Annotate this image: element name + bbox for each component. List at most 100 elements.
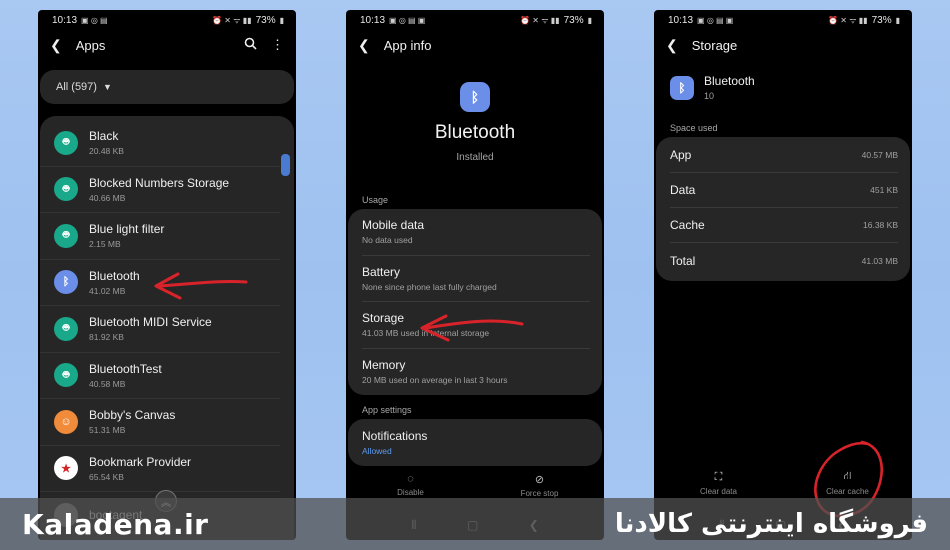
status-time: 10:13 [668, 14, 694, 26]
clear-cache-label: Clear cache [826, 487, 869, 496]
status-bar: 10:13 ▣ ◎ ▤ ▣ ⏰ ✕ ᯤ ▮▮ 73% ▮ [346, 10, 604, 30]
install-status: Installed [456, 152, 494, 163]
app-size: 20.48 KB [89, 146, 124, 157]
back-arrow-icon[interactable]: ❮ [358, 37, 370, 54]
item-title: Notifications [362, 428, 428, 443]
app-bar: ❮ Storage [654, 30, 912, 60]
broom-icon: ⛙ [843, 470, 852, 482]
notifications-item[interactable]: Notifications Allowed [362, 419, 590, 466]
section-label-app-settings: App settings [362, 405, 412, 415]
app-size: 40.66 MB [89, 192, 126, 203]
disable-button[interactable]: ◌ Disable [346, 470, 475, 500]
disable-icon: ◌ [407, 473, 414, 485]
app-name: Bluetooth [434, 122, 516, 143]
bluetooth-icon: ᛒ [54, 270, 78, 295]
android-icon: 🤖︎ [54, 316, 78, 341]
item-title: Battery [362, 264, 401, 279]
app-header: ᛒ Bluetooth 10 [654, 60, 912, 101]
row-label: Data [670, 183, 696, 197]
clear-data-icon: ⛶ [714, 470, 723, 483]
notification-icons: ▣ ◎ ▤ [81, 15, 108, 25]
app-name: Bookmark Provider [89, 454, 192, 469]
battery-icon: ▮ [587, 15, 592, 25]
storage-row-app: App 40.57 MB [670, 138, 898, 173]
row-label: App [670, 148, 692, 162]
app-bar: ❮ App info [346, 30, 604, 60]
watermark-logo-latin: Kaladena.ir [22, 507, 209, 541]
notification-icons: ▣ ◎ ▤ ▣ [389, 15, 426, 25]
item-title: Memory [362, 358, 406, 373]
row-value: 40.57 MB [861, 150, 898, 160]
android-icon: 🤖︎ [54, 130, 78, 155]
app-name: Bobby's Canvas [89, 408, 176, 423]
battery-icon: ▮ [279, 15, 284, 25]
usage-card: Mobile data No data used Battery None si… [348, 209, 602, 395]
page-title: App info [383, 37, 432, 53]
storage-row-total: Total 41.03 MB [670, 243, 898, 278]
storage-row-data: Data 451 KB [670, 173, 898, 208]
watermark-logo-persian: فروشگاه اینترنتی کالادنا [614, 509, 928, 539]
list-item[interactable]: 🤖︎ BluetoothTest 40.58 MB [40, 353, 280, 399]
app-header: ᛒ Bluetooth Installed [346, 60, 604, 163]
list-item[interactable]: 🤖︎ Black 20.48 KB [40, 120, 280, 167]
disable-label: Disable [397, 488, 424, 497]
clear-actions: ⛶ Clear data ⛙ Clear cache [654, 466, 912, 500]
list-item[interactable]: 🤖︎ Bluetooth MIDI Service 81.92 KB [40, 306, 280, 353]
app-size: 41.02 MB [89, 285, 126, 296]
app-size: 40.58 MB [89, 378, 126, 389]
status-time: 10:13 [360, 14, 386, 26]
list-item[interactable]: 🤖︎ Blocked Numbers Storage 40.66 MB [40, 167, 280, 213]
clear-data-button[interactable]: ⛶ Clear data [654, 466, 783, 500]
phone-apps-screen: 10:13 ▣ ◎ ▤ ⏰ ✕ ᯤ ▮▮ 73% ▮ ❮ Apps ⋮ All … [38, 10, 296, 540]
app-name: Bluetooth MIDI Service [89, 315, 212, 330]
scrollbar-thumb[interactable] [281, 154, 290, 176]
canvas-app-icon: ☺ [54, 409, 78, 434]
filter-dropdown[interactable]: All (597) ▼ [40, 70, 294, 104]
list-item[interactable]: ★ Bookmark Provider 65.54 KB [40, 446, 280, 492]
storage-card: App 40.57 MB Data 451 KB Cache 16.38 KB … [656, 137, 910, 281]
battery-item[interactable]: Battery None since phone last fully char… [362, 256, 590, 302]
search-icon[interactable] [244, 37, 257, 53]
app-name: Bluetooth [704, 74, 755, 88]
android-icon: 🤖︎ [54, 223, 78, 248]
section-label-space-used: Space used [670, 123, 718, 133]
clear-cache-button[interactable]: ⛙ Clear cache [783, 466, 912, 500]
app-bar: ❮ Apps ⋮ [38, 30, 296, 60]
list-item[interactable]: 🤖︎ Blue light filter 2.15 MB [40, 213, 280, 260]
more-options-icon[interactable]: ⋮ [271, 37, 284, 53]
row-value: 451 KB [870, 185, 898, 195]
back-arrow-icon[interactable]: ❮ [666, 37, 678, 54]
page-title: Apps [75, 37, 106, 53]
phone-storage-screen: 10:13 ▣ ◎ ▤ ▣ ⏰ ✕ ᯤ ▮▮ 73% ▮ ❮ Storage ᛒ… [654, 10, 912, 540]
row-label: Total [670, 253, 696, 268]
memory-item[interactable]: Memory 20 MB used on average in last 3 h… [362, 349, 590, 396]
back-arrow-icon[interactable]: ❮ [50, 37, 62, 54]
android-icon: 🤖︎ [54, 177, 78, 202]
app-name: BluetoothTest [89, 361, 162, 376]
item-title: Mobile data [362, 218, 425, 233]
app-name: Blue light filter [89, 222, 165, 237]
app-name: Blocked Numbers Storage [89, 175, 230, 190]
notification-icons: ▣ ◎ ▤ ▣ [697, 15, 734, 25]
row-value: 16.38 KB [863, 220, 898, 230]
battery-level: 73% [563, 14, 584, 26]
caret-down-icon: ▼ [102, 82, 112, 92]
section-label-usage: Usage [362, 195, 389, 205]
mobile-data-item[interactable]: Mobile data No data used [362, 209, 590, 256]
settings-card: Notifications Allowed [348, 419, 602, 466]
force-stop-icon: ⊘ [534, 473, 545, 486]
list-item[interactable]: ☺ Bobby's Canvas 51.31 MB [40, 399, 280, 446]
item-sub: 41.03 MB used in internal storage [362, 328, 490, 339]
signal-icons: ⏰ ✕ ᯤ ▮▮ [520, 15, 560, 25]
app-list[interactable]: 🤖︎ Black 20.48 KB 🤖︎ Blocked Numbers Sto… [40, 116, 294, 540]
storage-item[interactable]: Storage 41.03 MB used in internal storag… [362, 302, 590, 349]
item-sub: Allowed [362, 445, 392, 456]
signal-icons: ⏰ ✕ ᯤ ▮▮ [828, 15, 868, 25]
clear-data-label: Clear data [700, 486, 737, 496]
app-name: Black [89, 129, 119, 144]
signal-icons: ⏰ ✕ ᯤ ▮▮ [212, 15, 252, 25]
phone-app-info-screen: 10:13 ▣ ◎ ▤ ▣ ⏰ ✕ ᯤ ▮▮ 73% ▮ ❮ App info … [346, 10, 604, 540]
list-item-bluetooth[interactable]: ᛒ Bluetooth 41.02 MB [40, 260, 280, 306]
bluetooth-icon: ᛒ [460, 82, 490, 112]
force-stop-button[interactable]: ⊘ Force stop [475, 470, 604, 500]
